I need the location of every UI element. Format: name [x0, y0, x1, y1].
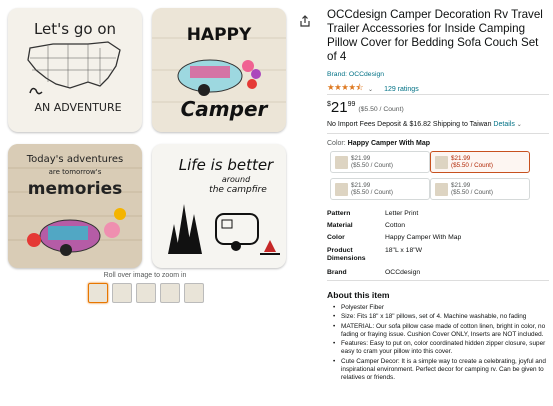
spec-key: Product Dimensions: [327, 247, 366, 262]
shipping-details-link[interactable]: Details: [493, 121, 514, 128]
pillow4-line1: Life is better: [179, 156, 274, 174]
pillow3-line2: are tomorrow's: [49, 168, 102, 176]
thumbnail-4[interactable]: [160, 283, 180, 303]
pillow3-line1: Today's adventures: [26, 154, 123, 165]
divider: [327, 280, 549, 281]
pillow1-line1: Let's go on: [34, 20, 116, 38]
spec-value: OCCdesign: [385, 269, 421, 276]
spec-value: Happy Camper With Map: [385, 234, 462, 241]
pillow3-line3: memories: [28, 179, 123, 199]
pillow-image-campfire[interactable]: Life is better around the campfire: [152, 144, 286, 268]
brand-link[interactable]: Brand: OCCdesign: [327, 71, 384, 78]
thumbnail-strip: [88, 283, 204, 303]
option-price: $21.99: [351, 155, 371, 162]
option-thumbnail-icon: [435, 156, 448, 169]
trailer-outline: [215, 213, 259, 245]
color-option-4[interactable]: $21.99 ($5.50 / Count): [430, 178, 530, 200]
option-price: $21.99: [451, 155, 471, 162]
thumbnail-3[interactable]: [136, 283, 156, 303]
us-map: [27, 41, 121, 89]
option-price: $21.99: [351, 182, 371, 189]
spec-key: Color: [327, 234, 345, 241]
color-value: Happy Camper With Map: [347, 140, 431, 147]
pillow-image-memories[interactable]: Today's adventures are tomorrow's memori…: [8, 144, 142, 268]
spec-value: 18"L x 18"W: [385, 247, 423, 254]
chevron-down-icon[interactable]: ⌄: [517, 122, 522, 128]
option-thumbnail-icon: [335, 183, 348, 196]
about-bullet: Polyester Fiber: [333, 304, 548, 313]
option-unit: ($5.50 / Count): [351, 189, 394, 196]
spec-key: Material: [327, 222, 353, 229]
pillow-image-adventure[interactable]: Let's go on AN ADVENTURE: [8, 8, 142, 132]
option-unit: ($5.50 / Count): [451, 162, 494, 169]
about-bullet-list: Polyester Fiber Size: Fits 18" x 18" pil…: [333, 304, 548, 384]
thumbnail-5[interactable]: [184, 283, 204, 303]
option-unit: ($5.50 / Count): [451, 189, 494, 196]
color-selection-label: Color: Happy Camper With Map: [327, 140, 430, 147]
about-section-title: About this item: [327, 290, 390, 300]
pillow2-line2: Camper: [181, 97, 269, 121]
chevron-down-icon[interactable]: ⌄: [368, 86, 373, 93]
share-icon[interactable]: [299, 15, 311, 27]
price-whole: 21: [330, 99, 348, 116]
divider: [327, 133, 549, 134]
spec-value: Letter Print: [385, 210, 419, 217]
option-unit: ($5.50 / Count): [351, 162, 394, 169]
option-thumbnail-icon: [335, 156, 348, 169]
image-gallery: Let's go on AN ADVENTURE HAPPY Camper To…: [0, 0, 320, 406]
about-bullet: MATERIAL: Our sofa pillow case made of c…: [333, 323, 548, 340]
price-block: $ 21 99 ($5.50 / Count): [327, 99, 404, 116]
pillow4-line2: around: [222, 175, 251, 184]
ratings-count-link[interactable]: 129 ratings: [384, 86, 419, 93]
spec-key: Brand: [327, 269, 347, 276]
price-fraction: 99: [347, 101, 356, 108]
color-option-2-selected[interactable]: $21.99 ($5.50 / Count): [430, 151, 530, 173]
spec-value: Cotton: [385, 222, 406, 229]
pine-trees: [168, 204, 202, 254]
color-option-3[interactable]: $21.99 ($5.50 / Count): [330, 178, 430, 200]
color-label: Color:: [327, 140, 346, 147]
about-bullet: Features: Easy to put on, color coordina…: [333, 340, 548, 357]
price-per-unit: ($5.50 / Count): [358, 106, 404, 113]
shipping-info: No Import Fees Deposit & $16.82 Shipping…: [327, 121, 522, 128]
pillow4-line3: the campfire: [209, 185, 267, 195]
thumbnail-1[interactable]: [88, 283, 108, 303]
zoom-hint: Roll over image to zoom in: [103, 272, 187, 279]
option-thumbnail-icon: [435, 183, 448, 196]
about-bullet: Size: Fits 18" x 18" pillows, set of 4. …: [333, 313, 548, 322]
divider: [327, 94, 549, 95]
pillow1-line2: AN ADVENTURE: [34, 101, 121, 114]
color-option-1[interactable]: $21.99 ($5.50 / Count): [330, 151, 430, 173]
spec-key: Pattern: [327, 210, 351, 217]
about-bullet: Cute Camper Decor: It is a simple way to…: [333, 358, 548, 383]
pillow2-line1: HAPPY: [187, 25, 252, 45]
pillow-image-happy-camper[interactable]: HAPPY Camper: [152, 8, 286, 132]
product-title: OCCdesign Camper Decoration Rv Travel Tr…: [327, 8, 543, 63]
shipping-text: No Import Fees Deposit & $16.82 Shipping…: [327, 121, 492, 128]
thumbnail-2[interactable]: [112, 283, 132, 303]
option-price: $21.99: [451, 182, 471, 189]
